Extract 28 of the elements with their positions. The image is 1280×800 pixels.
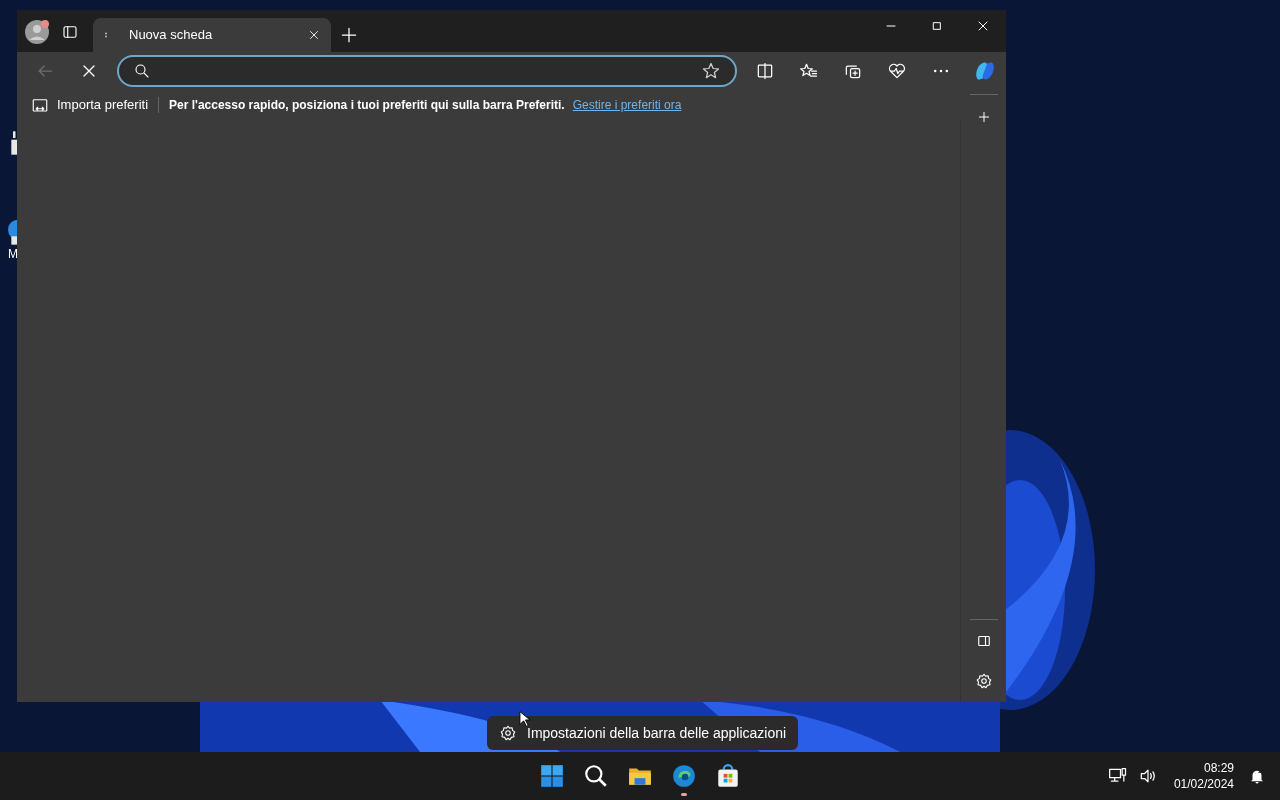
tab-title: Nuova scheda [129, 26, 214, 45]
search-icon [133, 62, 151, 80]
folder-import-icon [31, 96, 49, 114]
close-icon[interactable] [307, 28, 321, 42]
store-icon[interactable] [715, 763, 741, 789]
profile-icon[interactable] [25, 20, 49, 44]
address-field[interactable] [117, 55, 737, 87]
mouse-cursor-icon [519, 710, 531, 728]
menu-item[interactable]: Impostazioni della barra delle applicazioni [487, 716, 799, 750]
settings-icon [499, 724, 517, 742]
browser-icon[interactable] [671, 763, 697, 789]
import-favorites-button[interactable]: Importa preferiti [31, 95, 149, 115]
favorites-hint: Per l'accesso rapido, posiziona i tuoi preferiti qui sulla barra Preferiti. [169, 97, 565, 114]
new-tab-icon[interactable] [339, 25, 359, 45]
clock-date[interactable]: 01/02/2024 [1173, 776, 1234, 792]
desktop-icon[interactable] [8, 128, 18, 158]
clock-time[interactable]: 08:29 [1203, 760, 1234, 776]
browser-tab[interactable]: Nuova scheda [93, 18, 331, 52]
manage-favorites-link[interactable]: Gestire i preferiti ora [572, 96, 682, 114]
start-icon[interactable] [539, 763, 565, 789]
tab-actions-icon[interactable] [61, 23, 79, 41]
running-indicator [681, 793, 687, 796]
search-icon[interactable] [583, 763, 609, 789]
settings-icon[interactable] [974, 672, 993, 690]
split-screen-icon[interactable] [755, 61, 775, 81]
desktop-icon-label: M [8, 248, 18, 260]
star-icon[interactable] [701, 61, 721, 81]
heartbeat-icon[interactable] [887, 61, 907, 81]
